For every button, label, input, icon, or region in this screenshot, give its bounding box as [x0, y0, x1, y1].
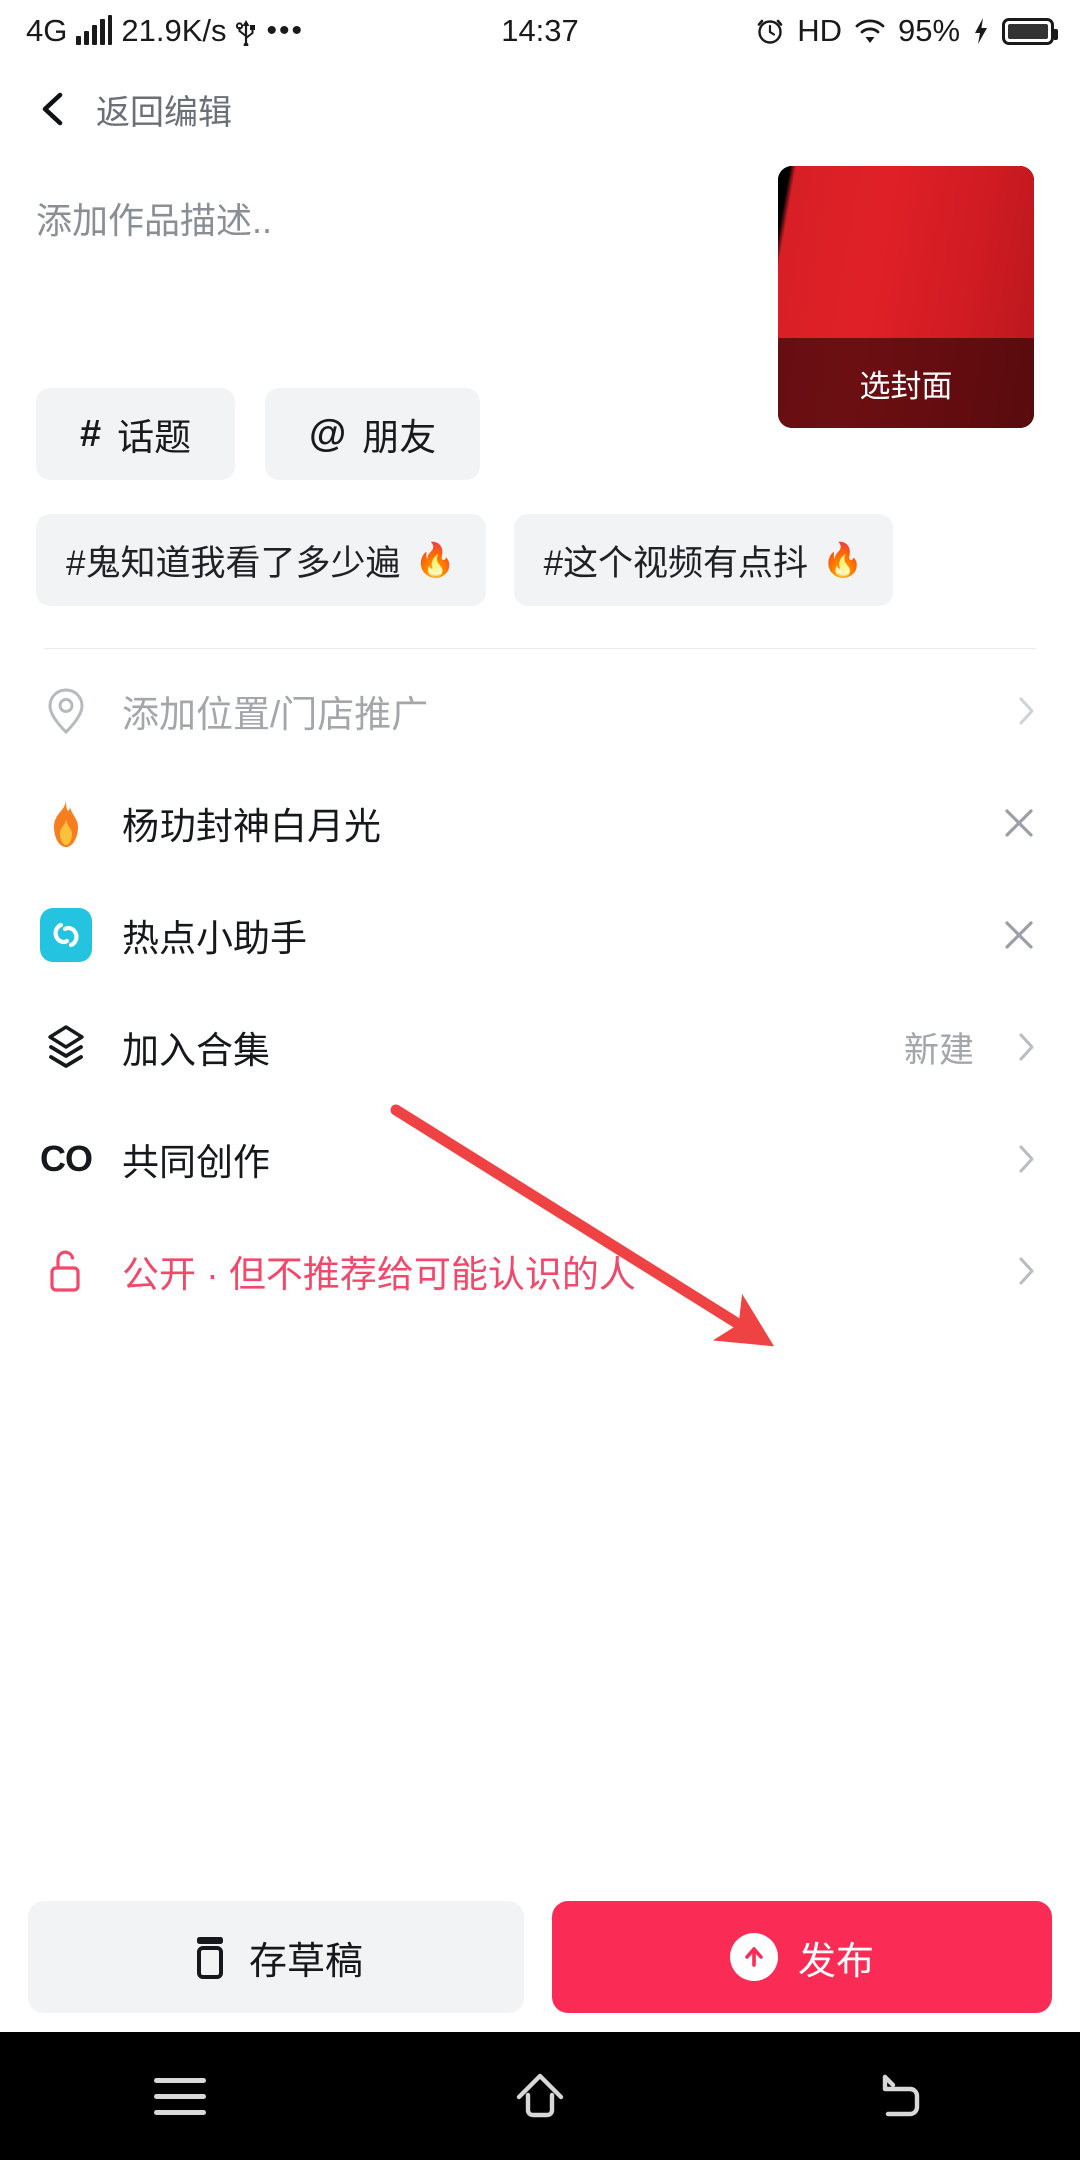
option-label-location: 添加位置/门店推广: [122, 694, 429, 735]
suggested-tag-label: #鬼知道我看了多少遍: [66, 543, 401, 583]
friend-chip[interactable]: @ 朋友: [265, 388, 481, 480]
option-row-privacy[interactable]: 公开 · 但不推荐给可能认识的人: [0, 1215, 1080, 1327]
bottom-action-bar: 存草稿 发布: [0, 1882, 1080, 2032]
nav-home-button[interactable]: [480, 2056, 600, 2136]
suggested-tag[interactable]: #这个视频有点抖 🔥: [513, 514, 894, 606]
option-label-collection: 加入合集: [122, 1030, 270, 1071]
option-row-location[interactable]: 添加位置/门店推广: [0, 655, 1080, 767]
chevron-right-icon: [1019, 1033, 1034, 1061]
flame-icon: 🔥: [414, 540, 456, 578]
phone-screen: 4G 21.9K/s ••• 14:37 HD 95% 返回编辑 添加作品描述.…: [0, 0, 1080, 2160]
layers-icon: [40, 1021, 92, 1073]
flame-icon: [40, 797, 92, 849]
menu-icon: [154, 2077, 206, 2115]
status-bar-time: 14:37: [501, 13, 579, 48]
collection-new-label[interactable]: 新建: [904, 1022, 974, 1073]
option-row-co-creation[interactable]: CO 共同创作: [0, 1103, 1080, 1215]
options-list: 添加位置/门店推广 杨玏封神白月光 热点小助手 加入合集 新建 CO 共同创作 …: [0, 649, 1080, 1327]
suggested-tags-row[interactable]: #鬼知道我看了多少遍 🔥 #这个视频有点抖 🔥: [0, 480, 1080, 606]
nav-menu-button[interactable]: [120, 2056, 240, 2136]
flame-icon: 🔥: [822, 540, 864, 578]
android-navigation-bar: [0, 2032, 1080, 2160]
chevron-right-icon: [1019, 1145, 1034, 1173]
topic-chip-label: 话题: [117, 417, 192, 458]
close-icon[interactable]: [1002, 918, 1036, 952]
hash-icon: #: [80, 412, 102, 455]
co-create-icon: CO: [40, 1138, 93, 1179]
description-area: 添加作品描述.. 选封面: [0, 156, 1080, 428]
option-row-hot-topic[interactable]: 杨玏封神白月光: [0, 767, 1080, 879]
back-chevron-icon[interactable]: [36, 92, 70, 126]
hotspot-assistant-icon: [40, 908, 92, 962]
upload-arrow-icon: [729, 1933, 778, 1981]
topic-chip[interactable]: # 话题: [36, 388, 236, 480]
battery-icon: [1002, 17, 1059, 45]
home-icon: [516, 2073, 564, 2118]
suggested-tag[interactable]: #鬼知道我看了多少遍 🔥: [36, 514, 486, 606]
at-icon: @: [309, 412, 347, 455]
description-input[interactable]: 添加作品描述..: [36, 198, 676, 245]
suggested-tag-label: #这个视频有点抖: [543, 543, 809, 583]
select-cover-button[interactable]: 选封面: [778, 338, 1034, 428]
option-row-collection[interactable]: 加入合集 新建: [0, 991, 1080, 1103]
back-return-icon: [882, 2074, 920, 2117]
back-to-edit-label[interactable]: 返回编辑: [96, 85, 232, 134]
cover-thumbnail[interactable]: 选封面: [778, 166, 1034, 428]
chevron-right-icon: [1019, 1257, 1034, 1285]
option-label-co-creation: 共同创作: [122, 1142, 270, 1183]
location-pin-icon: [40, 685, 92, 737]
save-draft-button[interactable]: 存草稿: [28, 1901, 524, 2013]
unlock-icon: [40, 1245, 92, 1297]
option-label-hotspot-assistant: 热点小助手: [122, 918, 307, 959]
draft-box-icon: [196, 1937, 223, 1979]
publish-button[interactable]: 发布: [552, 1901, 1052, 2013]
chevron-right-icon: [1019, 697, 1034, 725]
nav-back-button[interactable]: [840, 2056, 960, 2136]
save-draft-label: 存草稿: [248, 1940, 363, 1983]
status-bar: 4G 21.9K/s ••• 14:37 HD 95%: [0, 0, 1080, 62]
publish-label: 发布: [797, 1940, 874, 1983]
option-row-hotspot-assistant[interactable]: 热点小助手: [0, 879, 1080, 991]
layout-spacer: [0, 1327, 1080, 1882]
option-label-hot-topic: 杨玏封神白月光: [122, 806, 381, 847]
friend-chip-label: 朋友: [362, 417, 437, 458]
close-icon[interactable]: [1002, 806, 1036, 840]
option-label-privacy: 公开 · 但不推荐给可能认识的人: [122, 1254, 636, 1295]
top-navigation-bar: 返回编辑: [0, 62, 1080, 156]
